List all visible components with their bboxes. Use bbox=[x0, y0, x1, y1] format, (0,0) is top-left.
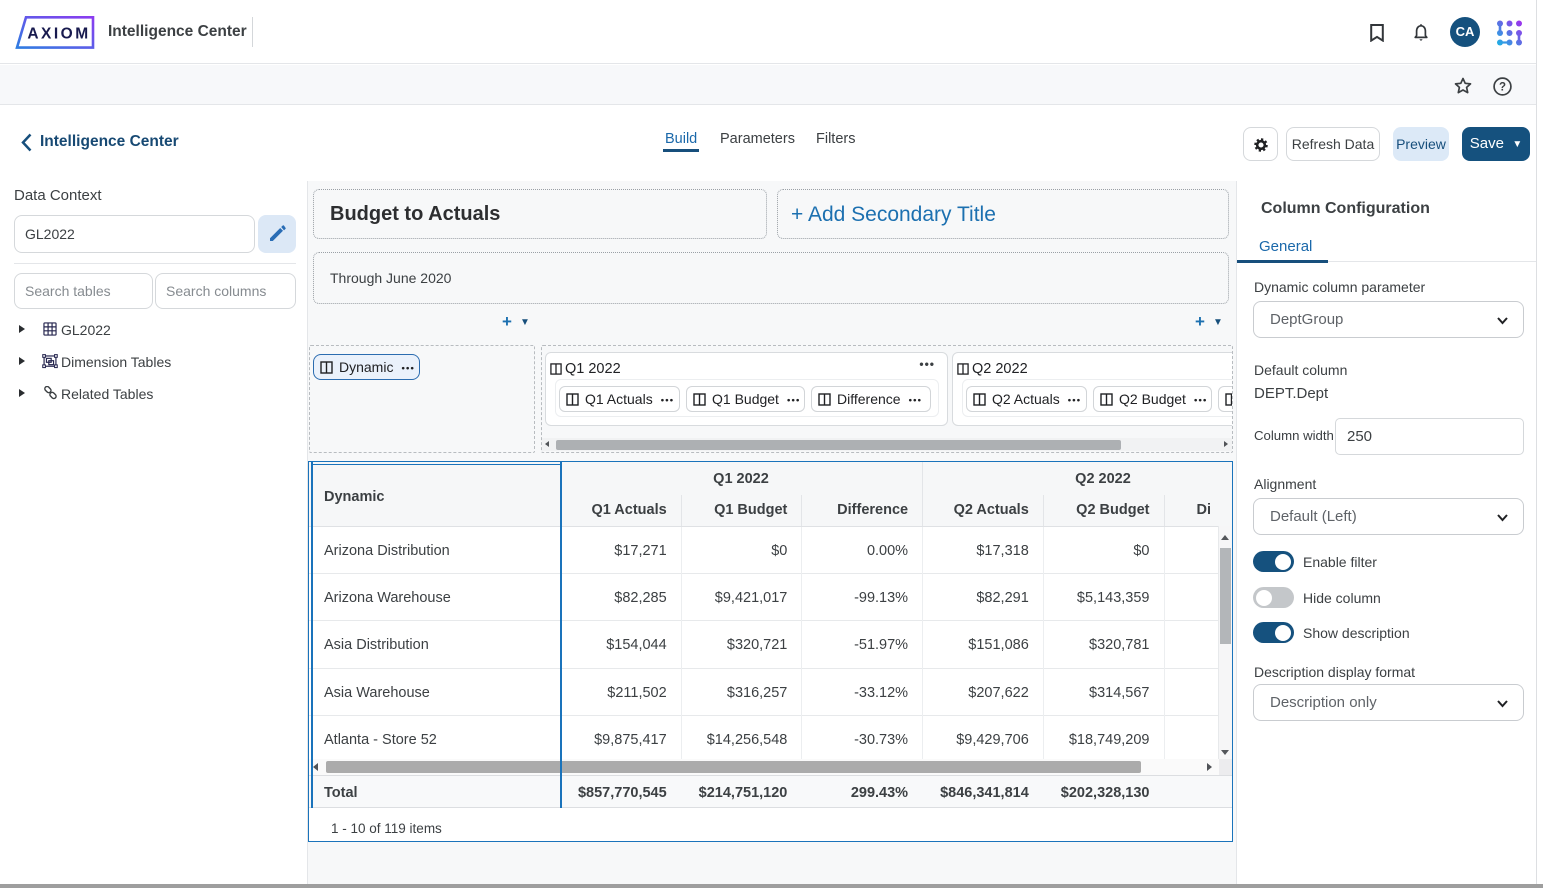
svg-text:AXIOM: AXIOM bbox=[27, 26, 90, 43]
svg-text:?: ? bbox=[1499, 82, 1506, 94]
